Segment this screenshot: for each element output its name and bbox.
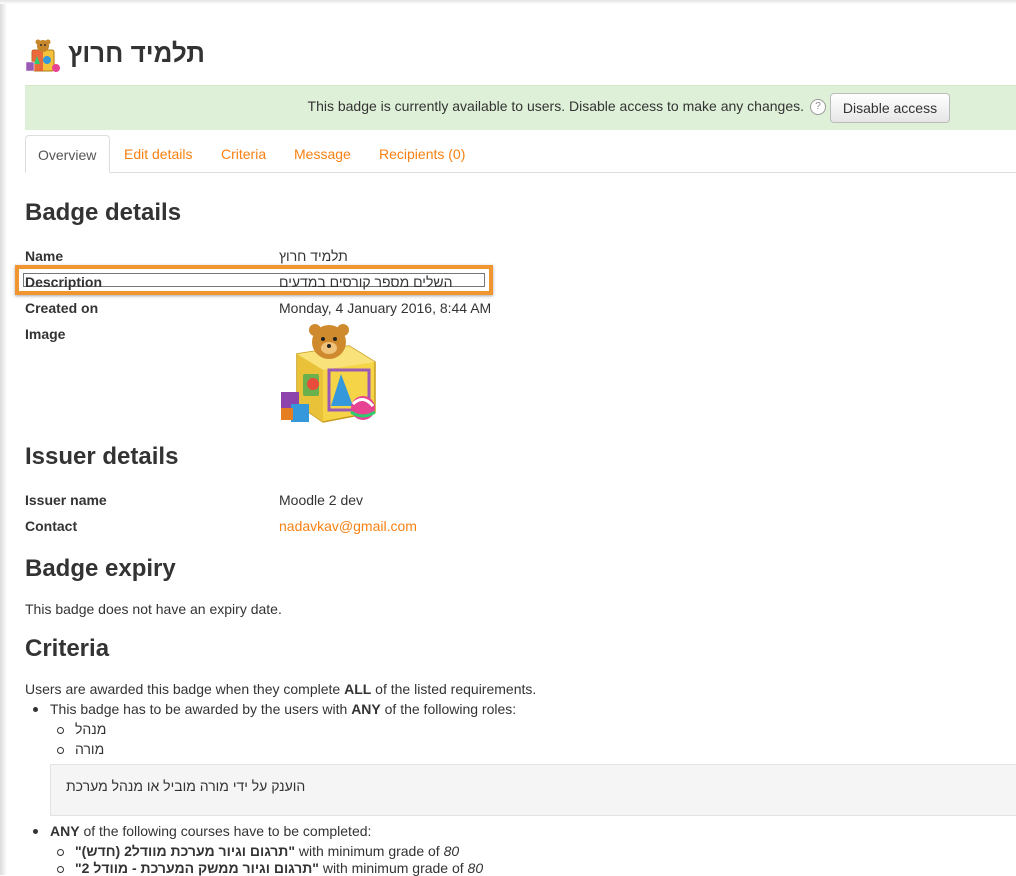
alert-message: This badge is currently available to use…: [307, 98, 804, 114]
issuer-name-label: Issuer name: [25, 492, 107, 508]
created-on-value: Monday, 4 January 2016, 8:44 AM: [279, 300, 492, 316]
image-label: Image: [25, 326, 66, 342]
contact-email-link[interactable]: nadavkav@gmail.com: [279, 518, 417, 534]
course-item: "תרגום וגיור ממשק המערכת - מוודל 2" with…: [56, 860, 484, 876]
tab-criteria[interactable]: Criteria: [221, 135, 266, 173]
course-with: with minimum grade of: [294, 843, 444, 859]
disable-access-button[interactable]: Disable access: [830, 93, 950, 123]
courses-bold: ANY: [50, 823, 80, 839]
criteria-heading: Criteria: [25, 635, 110, 662]
criteria-note: הוענק על ידי מורה מוביל או מנהל מערכת: [50, 764, 1016, 816]
criteria-intro: Users are awarded this badge when they c…: [25, 681, 536, 697]
issuer-name-value: Moodle 2 dev: [279, 492, 364, 508]
course-name: "תרגום וגיור מערכת מוודל2 (חדש)": [75, 843, 295, 859]
name-label: Name: [25, 248, 64, 264]
course-with: with minimum grade of: [318, 860, 468, 876]
badge-tabs: Overview Edit details Criteria Message R…: [25, 135, 1016, 173]
badge-image: [281, 324, 376, 423]
badge-gift-cube-icon: [25, 39, 60, 72]
role-item-manager: מנהל: [56, 721, 107, 737]
expiry-text: This badge does not have an expiry date.: [25, 601, 282, 617]
help-icon[interactable]: ?: [810, 99, 826, 115]
issuer-details-heading: Issuer details: [25, 443, 179, 470]
course-name: "תרגום וגיור ממשק המערכת - מוודל 2": [75, 860, 319, 876]
tab-recipients[interactable]: Recipients (0): [379, 135, 465, 173]
page-top-edge: [0, 0, 1016, 4]
roles-bold: ANY: [351, 701, 381, 717]
name-value: תלמיד חרוץ: [279, 248, 348, 264]
roles-after: of the following roles:: [380, 701, 517, 717]
role-item-teacher: מורה: [56, 741, 105, 757]
page-title: תלמיד חרוץ: [68, 38, 205, 68]
tab-message[interactable]: Message: [294, 135, 351, 173]
criteria-intro-before: Users are awarded this badge when they c…: [25, 681, 345, 697]
criteria-roles-item: This badge has to be awarded by the user…: [32, 701, 517, 717]
criteria-note-text: הוענק על ידי מורה מוביל או מנהל מערכת: [66, 778, 306, 794]
course-item: "תרגום וגיור מערכת מוודל2 (חדש)" with mi…: [56, 843, 460, 859]
tab-overview[interactable]: Overview: [25, 135, 110, 173]
description-value: השלים מספר קורסים במדעים: [279, 274, 453, 290]
course-grade: 80: [467, 860, 484, 876]
course-grade: 80: [443, 843, 460, 859]
courses-after: of the following courses have to be comp…: [79, 823, 372, 839]
tab-edit-details[interactable]: Edit details: [124, 135, 192, 173]
contact-label: Contact: [25, 518, 78, 534]
criteria-courses-item: ANY of the following courses have to be …: [32, 823, 372, 839]
created-on-label: Created on: [25, 300, 99, 316]
page-left-border: [0, 0, 7, 875]
badge-expiry-heading: Badge expiry: [25, 555, 176, 582]
badge-status-alert: This badge is currently available to use…: [25, 85, 1016, 130]
criteria-intro-bold: ALL: [344, 681, 372, 697]
roles-before: This badge has to be awarded by the user…: [50, 701, 352, 717]
criteria-intro-after: of the listed requirements.: [371, 681, 537, 697]
badge-details-heading: Badge details: [25, 199, 182, 226]
description-label: Description: [25, 274, 103, 290]
